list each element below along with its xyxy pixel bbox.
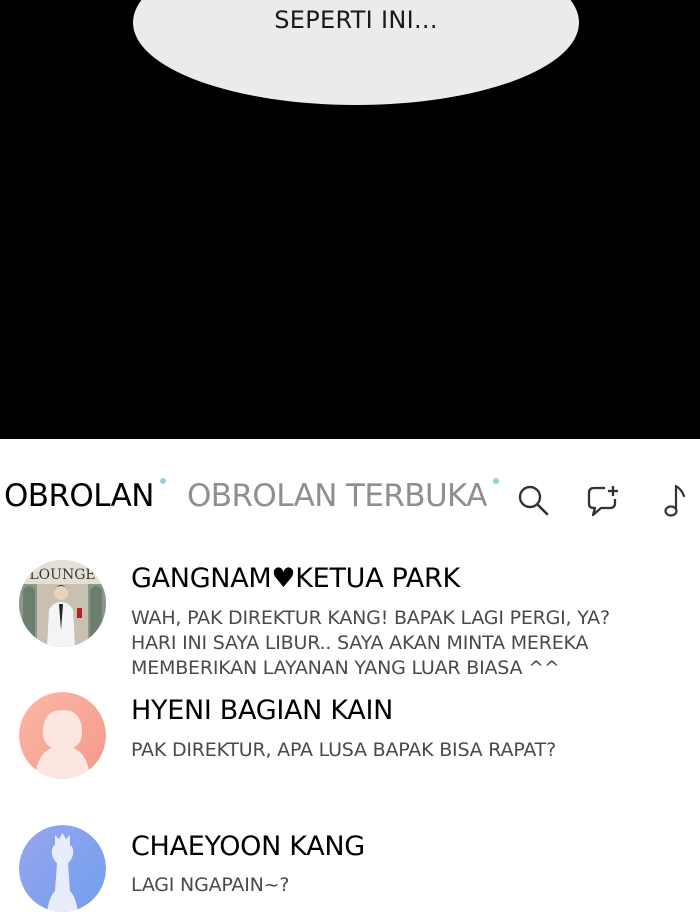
chat-message-line: HARI INI SAYA LIBUR.. SAYA AKAN MINTA ME… (131, 632, 589, 654)
default-profile-pink (19, 692, 106, 779)
chat-name: HYENI BAGIAN KAIN (131, 695, 394, 726)
chat-name: CHAEYOON KANG (131, 831, 365, 862)
chat-message-line: PAK DIREKTUR, APA LUSA BAPAK BISA RAPAT? (131, 739, 556, 761)
lounge-photo: LOUNGE (19, 560, 106, 647)
search-icon[interactable] (515, 482, 551, 518)
chat-item-gangnam-ketua-park[interactable]: LOUNGE GANGNAM♥KETUA PARK WAH, PAK DIREK… (0, 555, 700, 685)
chat-message-line: WAH, PAK DIREKTUR KANG! BAPAK LAGI PERGI… (131, 607, 610, 629)
avatar-logo-text: LOUNGE (29, 567, 95, 583)
new-indicator-dot (493, 478, 499, 484)
music-icon[interactable] (658, 482, 694, 518)
tab-open-chats[interactable]: OBROLAN TERBUKA (187, 478, 487, 514)
chat-name: GANGNAM♥KETUA PARK (131, 563, 460, 594)
avatar[interactable] (19, 692, 106, 779)
avatar[interactable]: LOUNGE (19, 560, 106, 647)
speech-bubble-text: SEPERTI INI... (274, 6, 438, 34)
chat-message-line: MEMBERIKAN LAYANAN YANG LUAR BIASA ^^ (131, 657, 560, 679)
comic-panel: SEPERTI INI... (0, 0, 700, 439)
new-indicator-dot (160, 478, 166, 484)
avatar[interactable] (19, 825, 106, 912)
chat-item-chaeyoon-kang[interactable]: CHAEYOON KANG LAGI NGAPAIN~? (0, 825, 700, 922)
chat-message-line: LAGI NGAPAIN~? (131, 874, 290, 896)
new-chat-icon[interactable] (585, 482, 621, 518)
default-profile-blue (19, 825, 106, 912)
speech-bubble: SEPERTI INI... (133, 0, 579, 105)
chat-tab-bar: OBROLAN OBROLAN TERBUKA (0, 478, 700, 524)
tab-chats[interactable]: OBROLAN (4, 478, 154, 514)
chat-item-hyeni-bagian-kain[interactable]: HYENI BAGIAN KAIN PAK DIREKTUR, APA LUSA… (0, 690, 700, 790)
